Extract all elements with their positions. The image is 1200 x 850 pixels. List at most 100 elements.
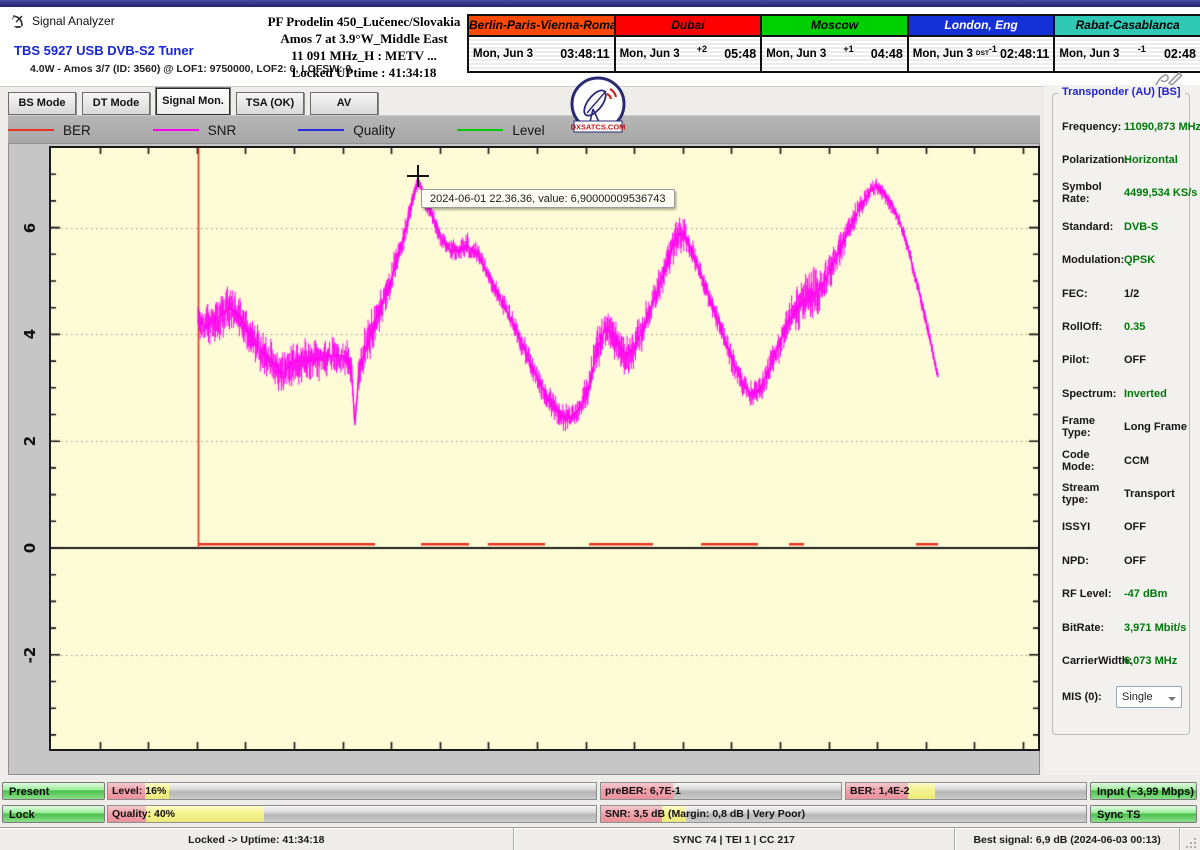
level-progressbar: Level: 16% [107,782,597,800]
ber-label: BER: 1,4E-2 [846,783,1086,797]
transponder-row-label: RollOff: [1062,321,1124,333]
level-label: Level: 16% [108,783,596,797]
clock-city-label: London, Eng [909,16,1054,37]
clock-date: Mon, Jun 3 [473,48,533,60]
clock-city-label: Moscow [762,16,907,37]
transponder-group-title: Transponder (AU) [BS] [1058,86,1185,98]
transponder-row-label: BitRate: [1062,622,1124,634]
transponder-row: Polarization: Horizontal [1062,143,1185,176]
legend-item: BER [8,123,91,138]
transponder-row-value: Inverted [1124,388,1167,400]
lock-indicator: Lock [2,805,105,823]
transponder-row-label: ISSYI [1062,521,1124,533]
app-icon [10,13,26,29]
clock-time-row: Mon, Jun 3 DST-1 02:48:11 [909,37,1054,71]
world-clock: Rabat-Casablanca Mon, Jun 3 -1 02:48 [1053,16,1200,71]
clock-time: 03:48:11 [560,47,609,61]
window-top-edge [0,0,1200,7]
transponder-row: Stream type: Transport [1062,477,1185,510]
clock-date: Mon, Jun 3 [1059,48,1119,60]
status-sync-counters: SYNC 74 | TEI 1 | CC 217 [514,828,955,850]
legend-line-swatch [298,129,344,131]
transponder-row-value: CCM [1124,455,1149,467]
transponder-row: Standard: DVB-S [1062,210,1185,243]
transponder-row: Modulation: QPSK [1062,244,1185,277]
transponder-groupbox: Transponder (AU) [BS] Frequency: 11090,8… [1052,93,1190,735]
mode-tab[interactable]: BS Mode [8,92,76,115]
y-axis-label: -2 [21,642,39,668]
transponder-row: Frequency: 11090,873 MHz [1062,110,1185,143]
chart-crosshair [407,165,429,187]
transponder-row-value: 6,073 MHz [1124,655,1177,667]
transponder-row: NPD: OFF [1062,544,1185,577]
transponder-row: RF Level: -47 dBm [1062,577,1185,610]
titlebar: Signal Analyzer [10,12,115,30]
world-clock: London, Eng Mon, Jun 3 DST-1 02:48:11 [907,16,1054,71]
tab-label: DT Mode [93,97,139,109]
clock-time-row: Mon, Jun 3 +2 05:48 [616,37,761,71]
legend-item: Quality [298,123,395,138]
transponder-row: Code Mode: CCM [1062,444,1185,477]
tuner-title: TBS 5927 USB DVB-S2 Tuner [14,43,194,58]
header-area: Signal Analyzer TBS 5927 USB DVB-S2 Tune… [0,7,1200,87]
transponder-row-label: FEC: [1062,288,1124,300]
chart-legend-bar: BER SNR Quality Level [8,115,1040,144]
preber-label: preBER: 6,7E-1 [601,783,841,797]
status-best-signal: Best signal: 6,9 dB (2024-06-03 00:13) [955,828,1179,850]
chevron-down-icon [1168,697,1176,705]
transponder-row: Frame Type: Long Frame [1062,411,1185,444]
transponder-row-value: DVB-S [1124,221,1158,233]
signal-analyzer-window: Signal Analyzer TBS 5927 USB DVB-S2 Tune… [0,0,1200,850]
resize-grip[interactable] [1180,828,1200,850]
indicator-row-1: Present Level: 16% preBER: 6,7E-1 BER: 1… [0,782,1200,802]
transponder-row: Pilot: OFF [1062,344,1185,377]
dxsatcs-logo: DXSATCS.COM [566,76,630,138]
indicator-row-2: Lock Quality: 40% SNR: 3,5 dB (Margin: 0… [0,805,1200,825]
chart-tooltip: 2024-06-01 22.36.36, value: 6,9000000953… [421,189,675,208]
mode-tab[interactable]: AV (Stopped) [310,92,378,115]
transponder-row: BitRate: 3,971 Mbit/s [1062,611,1185,644]
clock-date: Mon, Jun 3 [620,48,680,60]
transponder-row-label: RF Level: [1062,588,1124,600]
transponder-row-value: OFF [1124,555,1146,567]
quality-label: Quality: 40% [108,806,596,820]
mis-dropdown[interactable]: Single [1116,686,1182,708]
legend-label: SNR [208,123,237,138]
clock-offset-note: DST [976,50,989,57]
mis-row: MIS (0): Single [1062,686,1182,708]
tab-label: BS Mode [18,97,65,109]
transponder-row: Symbol Rate: 4499,534 KS/s [1062,177,1185,210]
legend-line-swatch [457,129,503,131]
clock-time-row: Mon, Jun 3 -1 02:48 [1055,37,1200,71]
transponder-row-label: Stream type: [1062,482,1124,506]
present-indicator: Present [2,782,105,800]
legend-line-swatch [153,129,199,131]
clock-time-row: Mon, Jun 3 03:48:11 [469,37,614,71]
mis-selected-value: Single [1122,691,1153,703]
snr-label: SNR: 3,5 dB (Margin: 0,8 dB | Very Poor) [601,806,1086,820]
transponder-row-value: 3,971 Mbit/s [1124,622,1186,634]
clock-date: Mon, Jun 3 [913,48,973,60]
transponder-row-value: Long Frame [1124,421,1187,433]
clock-city-label: Rabat-Casablanca [1055,16,1200,37]
mode-tab[interactable]: TSA (OK) [236,92,304,115]
transponder-row-value: 1/2 [1124,288,1139,300]
transponder-row-value: 11090,873 MHz [1124,121,1200,133]
signal-trend-chart[interactable] [51,148,1038,749]
signal-chart-panel: 2024-06-01 22.36.36, value: 6,9000000953… [8,143,1040,775]
transponder-row-label: Polarization: [1062,154,1124,166]
status-bar: Locked -> Uptime: 41:34:18 SYNC 74 | TEI… [0,827,1200,850]
mis-label: MIS (0): [1062,691,1116,703]
transponder-row-value: 4499,534 KS/s [1124,187,1197,199]
plot-area: 2024-06-01 22.36.36, value: 6,9000000953… [49,146,1040,751]
mode-tab[interactable]: Signal Mon. [156,88,230,115]
transponder-row: Spectrum: Inverted [1062,377,1185,410]
site-line: Locked UPtime : 41:34:18 [262,64,466,81]
clock-date: Mon, Jun 3 [766,48,826,60]
clock-time: 04:48 [871,47,903,61]
transponder-row-label: Spectrum: [1062,388,1124,400]
legend-label: Quality [353,123,395,138]
site-line: Amos 7 at 3.9°W_Middle East [262,30,466,47]
mode-tab[interactable]: DT Mode [82,92,150,115]
mode-tabs: BS Mode DT Mode Signal Mon. TSA (OK) AV … [8,85,1038,115]
